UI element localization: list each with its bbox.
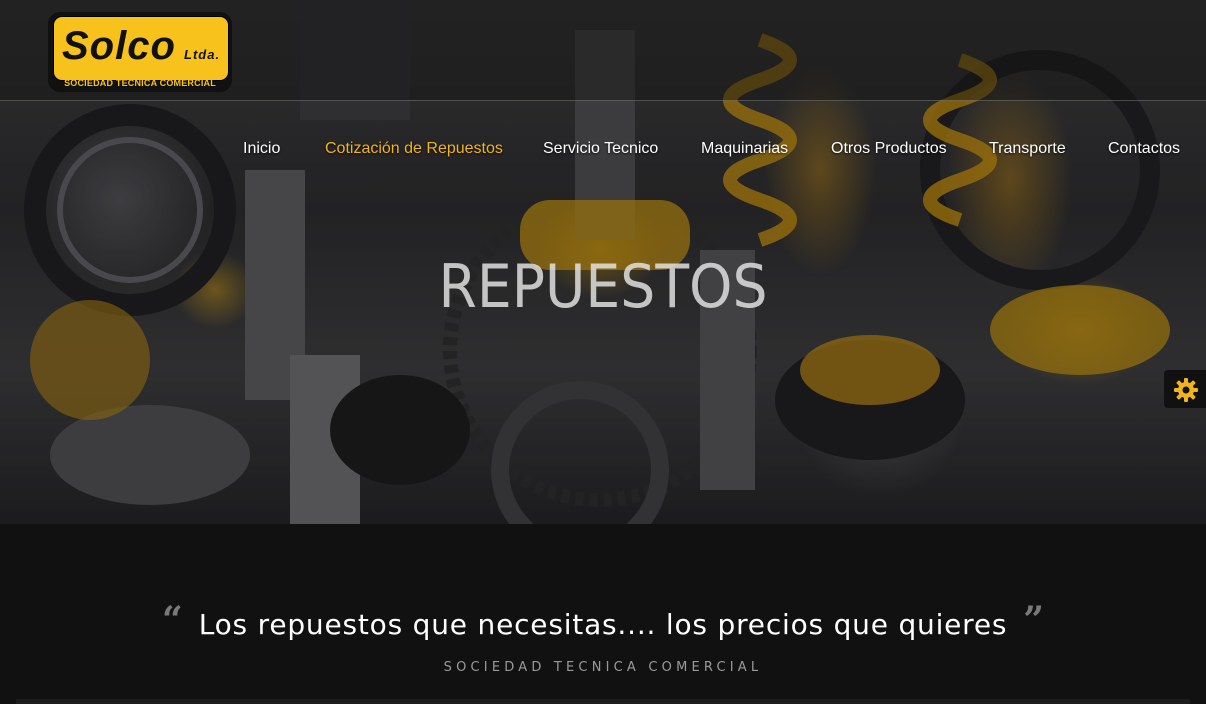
quote-section: “ Los repuestos que necesitas.... los pr… xyxy=(0,524,1206,704)
logo-wordmark: Solco xyxy=(62,24,176,68)
settings-toggle-button[interactable] xyxy=(1164,370,1206,408)
quote-close-icon: ” xyxy=(1023,599,1045,641)
quote-open-icon: “ xyxy=(161,599,183,641)
nav-item-cotizacion-repuestos[interactable]: Cotización de Repuestos xyxy=(325,140,503,158)
quote-subtitle: SOCIEDAD TECNICA COMERCIAL xyxy=(443,660,763,675)
nav-item-transporte[interactable]: Transporte xyxy=(989,140,1066,158)
gear-icon xyxy=(1174,378,1198,402)
logo-tagline: SOCIEDAD TECNICA COMERCIAL xyxy=(64,78,216,88)
nav-item-otros-productos[interactable]: Otros Productos xyxy=(831,140,947,158)
page-title: REPUESTOS xyxy=(438,252,768,322)
top-header-bar: Solco Ltda. SOCIEDAD TECNICA COMERCIAL xyxy=(0,0,1206,101)
nav-item-servicio-tecnico[interactable]: Servicio Tecnico xyxy=(543,140,658,158)
logo-suffix: Ltda. xyxy=(184,47,221,62)
quote-row: “ Los repuestos que necesitas.... los pr… xyxy=(0,599,1206,644)
nav-item-inicio[interactable]: Inicio xyxy=(243,140,280,158)
hero-banner: Solco Ltda. SOCIEDAD TECNICA COMERCIAL I… xyxy=(0,0,1206,524)
nav-item-contactos[interactable]: Contactos xyxy=(1108,140,1180,158)
main-navigation: Inicio Cotización de Repuestos Servicio … xyxy=(0,140,1206,166)
logo-badge: Solco Ltda. xyxy=(53,16,229,81)
nav-item-maquinarias[interactable]: Maquinarias xyxy=(701,140,788,158)
company-logo[interactable]: Solco Ltda. SOCIEDAD TECNICA COMERCIAL xyxy=(48,12,232,92)
quote-text: Los repuestos que necesitas.... los prec… xyxy=(198,607,1008,641)
section-divider xyxy=(16,699,1190,704)
